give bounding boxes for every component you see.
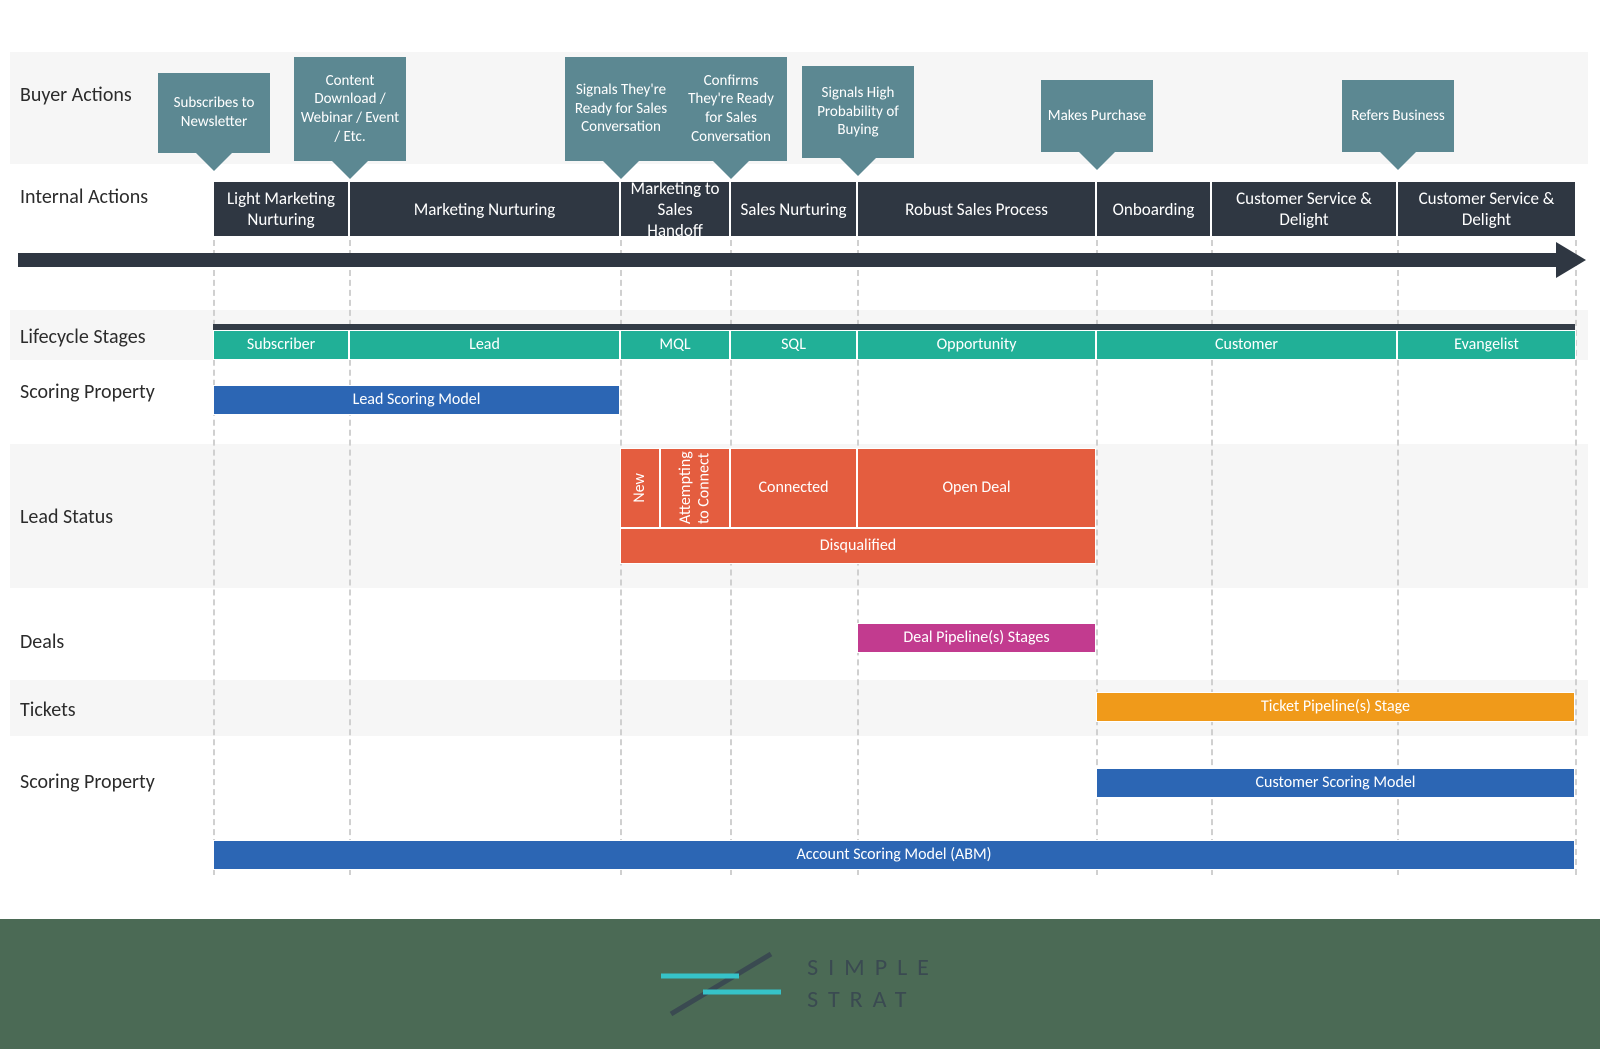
internal-cs-delight-1: Customer Service & Delight: [1211, 181, 1397, 237]
lead-status-disqualified: Disqualified: [620, 528, 1096, 564]
deal-pipeline-stages: Deal Pipeline(s) Stages: [857, 623, 1096, 653]
stage-customer: Customer: [1096, 330, 1397, 360]
label-deals: Deals: [20, 630, 190, 654]
lead-status-open-deal: Open Deal: [857, 448, 1096, 528]
buyer-action-content: Content Download / Webinar / Event / Etc…: [294, 57, 406, 161]
stage-opportunity: Opportunity: [857, 330, 1096, 360]
timeline-arrow: [18, 253, 1556, 267]
internal-marketing-nurturing: Marketing Nurturing: [349, 181, 620, 237]
internal-onboarding: Onboarding: [1096, 181, 1211, 237]
stage-subscriber: Subscriber: [213, 330, 349, 360]
label-scoring-top: Scoring Property: [20, 380, 190, 404]
lifecycle-diagram: Buyer Actions Internal Actions Lifecycle…: [0, 0, 1600, 1049]
buyer-action-high-prob: Signals High Probability of Buying: [802, 66, 914, 158]
internal-sales-nurturing: Sales Nurturing: [730, 181, 857, 237]
label-scoring-bottom: Scoring Property: [20, 770, 190, 794]
brand-line1: SIMPLE: [807, 952, 939, 984]
lead-status-attempting-label: Attempting to Connect: [677, 449, 714, 527]
brand-mark-icon: [661, 944, 781, 1024]
stage-evangelist: Evangelist: [1397, 330, 1576, 360]
account-scoring-model: Account Scoring Model (ABM): [213, 840, 1575, 870]
lead-status-attempting: Attempting to Connect: [660, 448, 730, 528]
buyer-action-purchase: Makes Purchase: [1041, 80, 1153, 152]
label-lead-status: Lead Status: [20, 505, 190, 529]
buyer-action-signal-ready: Signals They're Ready for Sales Conversa…: [565, 57, 677, 161]
brand-line2: STRAT: [807, 984, 939, 1016]
internal-robust-sales: Robust Sales Process: [857, 181, 1096, 237]
stage-sql: SQL: [730, 330, 857, 360]
lead-status-new: New: [620, 448, 660, 528]
customer-scoring-model: Customer Scoring Model: [1096, 768, 1575, 798]
footer: SIMPLE STRAT: [0, 919, 1600, 1049]
internal-light-nurturing: Light Marketing Nurturing: [213, 181, 349, 237]
lead-status-new-label: New: [631, 473, 649, 503]
stage-lead: Lead: [349, 330, 620, 360]
buyer-action-confirm-ready: Confirms They're Ready for Sales Convers…: [675, 57, 787, 161]
label-lifecycle-stages: Lifecycle Stages: [20, 325, 190, 349]
timeline-arrow-head: [1556, 242, 1586, 278]
brand-text: SIMPLE STRAT: [807, 952, 939, 1017]
internal-handoff: Marketing to Sales Handoff: [620, 181, 730, 237]
buyer-action-refers: Refers Business: [1342, 80, 1454, 152]
label-internal-actions: Internal Actions: [20, 185, 190, 209]
lead-status-connected: Connected: [730, 448, 857, 528]
internal-cs-delight-2: Customer Service & Delight: [1397, 181, 1576, 237]
ticket-pipeline-stage: Ticket Pipeline(s) Stage: [1096, 692, 1575, 722]
label-tickets: Tickets: [20, 698, 190, 722]
stage-mql: MQL: [620, 330, 730, 360]
buyer-action-subscribes: Subscribes to Newsletter: [158, 73, 270, 153]
lead-scoring-model: Lead Scoring Model: [213, 385, 620, 415]
brand-logo: SIMPLE STRAT: [661, 944, 939, 1024]
